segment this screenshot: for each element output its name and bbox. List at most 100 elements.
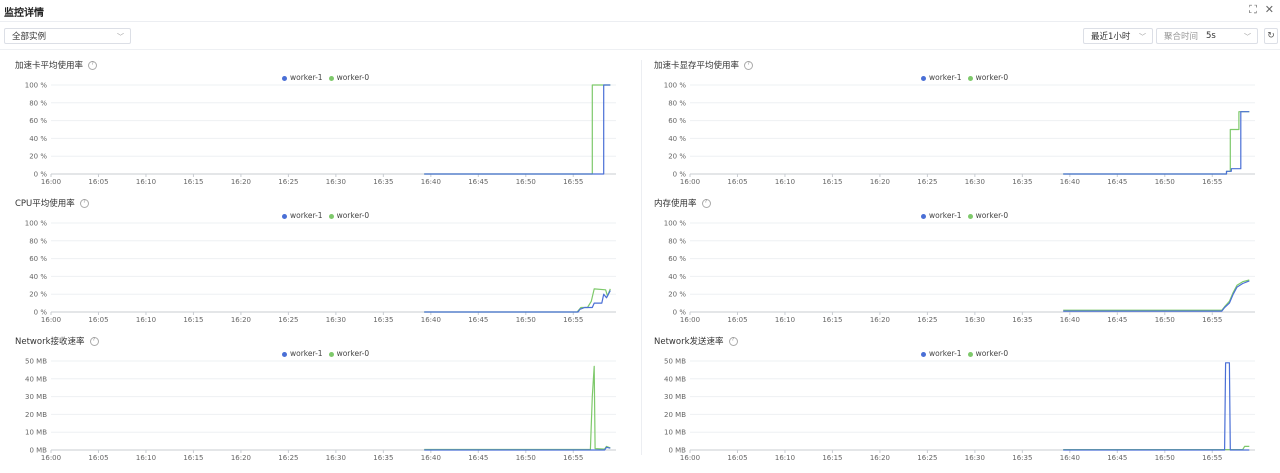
x-tick-label: 16:25 bbox=[917, 454, 937, 462]
legend-item[interactable]: worker-1 bbox=[282, 349, 323, 358]
x-tick-label: 16:40 bbox=[1060, 316, 1080, 324]
x-tick-label: 16:35 bbox=[373, 454, 393, 462]
x-tick-label: 16:10 bbox=[775, 178, 795, 186]
close-icon[interactable]: ✕ bbox=[1265, 3, 1274, 17]
legend-item[interactable]: worker-0 bbox=[328, 73, 370, 82]
x-tick-label: 16:25 bbox=[278, 454, 298, 462]
line-chart: 0 MB10 MB20 MB30 MB40 MB50 MB16:00 16:05 1… bbox=[664, 358, 1255, 462]
series-line-worker-1[interactable] bbox=[424, 84, 611, 175]
legend-item[interactable]: worker-1 bbox=[921, 349, 962, 358]
legend-item[interactable]: worker-1 bbox=[921, 211, 962, 220]
x-tick-label: 16:05 bbox=[88, 316, 108, 324]
aggregation-select[interactable]: 聚合时间 5s ﹀ bbox=[1156, 28, 1258, 44]
legend-item[interactable]: worker-1 bbox=[282, 211, 323, 220]
x-tick-label: 16:00 bbox=[41, 178, 61, 186]
help-icon[interactable]: ? bbox=[728, 336, 738, 346]
legend-item[interactable]: worker-0 bbox=[967, 73, 1008, 82]
x-tick-label: 16:55 bbox=[1202, 454, 1222, 462]
legend-item[interactable]: worker-0 bbox=[328, 211, 369, 220]
x-tick-label: 16:10 bbox=[136, 178, 156, 186]
help-icon[interactable]: ? bbox=[701, 198, 711, 208]
chart-title-text: 加速卡显存平均使用率 bbox=[654, 61, 740, 71]
legend-dot-icon bbox=[282, 75, 287, 81]
x-tick-label: 16:55 bbox=[563, 178, 583, 186]
y-tick-label: 20 MB bbox=[664, 411, 686, 419]
x-tick-label: 16:35 bbox=[1012, 316, 1032, 324]
series-line-worker-0[interactable] bbox=[1063, 279, 1250, 311]
legend-item[interactable]: worker-0 bbox=[967, 349, 1009, 358]
refresh-button[interactable]: ↻ bbox=[1264, 28, 1278, 44]
y-tick-label: 30 MB bbox=[664, 393, 686, 401]
legend-label: worker-0 bbox=[336, 349, 370, 358]
y-tick-label: 40 MB bbox=[25, 375, 47, 383]
legend-item[interactable]: worker-0 bbox=[328, 349, 370, 358]
y-tick-label: 40 MB bbox=[664, 375, 686, 383]
refresh-icon: ↻ bbox=[1267, 31, 1275, 41]
series-line-worker-0[interactable] bbox=[1063, 445, 1250, 451]
x-tick-label: 16:50 bbox=[1155, 454, 1175, 462]
time-range-select[interactable]: 最近1小时 ﹀ bbox=[1083, 28, 1153, 44]
legend-label: worker-0 bbox=[336, 73, 370, 82]
x-tick-label: 16:05 bbox=[88, 454, 108, 462]
x-tick-label: 16:15 bbox=[822, 178, 842, 186]
legend-dot-icon bbox=[921, 75, 926, 81]
help-icon[interactable]: ? bbox=[88, 60, 98, 70]
header-divider bbox=[0, 21, 1280, 22]
x-tick-label: 16:35 bbox=[1012, 178, 1032, 186]
x-tick-label: 16:20 bbox=[231, 316, 251, 324]
x-tick-label: 16:00 bbox=[680, 316, 700, 324]
instance-select[interactable]: 全部实例 ﹀ bbox=[4, 28, 131, 44]
legend-label: worker-1 bbox=[290, 211, 323, 220]
legend-dot-icon bbox=[967, 351, 973, 357]
legend-dot-icon bbox=[967, 213, 973, 219]
expand-icon[interactable]: ⛶ bbox=[1249, 3, 1257, 17]
x-tick-label: 16:00 bbox=[680, 454, 700, 462]
help-icon[interactable]: ? bbox=[79, 198, 89, 208]
y-tick-label: 20 % bbox=[29, 153, 47, 161]
y-tick-label: 60 % bbox=[668, 117, 686, 125]
y-tick-label: 100 % bbox=[25, 82, 48, 90]
y-tick-label: 80 % bbox=[668, 237, 686, 245]
series-line-worker-0[interactable] bbox=[424, 84, 611, 175]
y-tick-label: 100 % bbox=[664, 220, 687, 228]
x-tick-label: 16:15 bbox=[183, 454, 203, 462]
y-tick-label: 60 % bbox=[29, 255, 47, 263]
x-tick-label: 16:50 bbox=[516, 454, 536, 462]
x-tick-label: 16:20 bbox=[870, 454, 890, 462]
y-tick-label: 30 MB bbox=[25, 393, 47, 401]
x-tick-label: 16:35 bbox=[373, 178, 393, 186]
legend-item[interactable]: worker-1 bbox=[921, 73, 962, 82]
help-icon[interactable]: ? bbox=[89, 336, 99, 346]
legend-label: worker-0 bbox=[975, 349, 1009, 358]
x-tick-label: 16:30 bbox=[326, 454, 346, 462]
chart-legend: worker-1 worker-0 bbox=[282, 211, 369, 220]
chart-title-text: Network发送速率 bbox=[654, 337, 724, 347]
y-tick-label: 10 MB bbox=[664, 429, 686, 437]
legend-dot-icon bbox=[921, 351, 926, 357]
x-tick-label: 16:35 bbox=[1012, 454, 1032, 462]
x-tick-label: 16:55 bbox=[1202, 316, 1222, 324]
legend-item[interactable]: worker-0 bbox=[967, 211, 1008, 220]
series-line-worker-1[interactable] bbox=[1063, 280, 1250, 312]
chart-title: CPU平均使用率? bbox=[15, 197, 89, 209]
series-line-worker-1[interactable] bbox=[1063, 362, 1250, 451]
x-tick-label: 16:05 bbox=[727, 316, 747, 324]
line-chart: 0 %20 %40 %60 %80 %100 %16:00 16:05 16:10 1… bbox=[664, 220, 1255, 324]
x-tick-label: 16:45 bbox=[468, 178, 488, 186]
line-chart: 0 MB10 MB20 MB30 MB40 MB50 MB16:00 16:05 1… bbox=[25, 358, 616, 462]
chart-title: Network接收速率? bbox=[15, 335, 99, 347]
x-tick-label: 16:45 bbox=[468, 454, 488, 462]
x-tick-label: 16:15 bbox=[183, 178, 203, 186]
chart-legend: worker-1 worker-0 bbox=[921, 211, 1008, 220]
y-tick-label: 10 MB bbox=[25, 429, 47, 437]
series-line-worker-1[interactable] bbox=[424, 446, 611, 451]
x-tick-label: 16:50 bbox=[516, 316, 536, 324]
page-title: 监控详情 bbox=[4, 8, 44, 19]
y-tick-label: 40 % bbox=[668, 273, 686, 281]
x-tick-label: 16:50 bbox=[1155, 316, 1175, 324]
legend-item[interactable]: worker-1 bbox=[282, 73, 323, 82]
y-tick-label: 60 % bbox=[29, 117, 47, 125]
x-tick-label: 16:30 bbox=[326, 178, 346, 186]
help-icon[interactable]: ? bbox=[744, 60, 754, 70]
time-range-value: 最近1小时 bbox=[1091, 32, 1131, 42]
